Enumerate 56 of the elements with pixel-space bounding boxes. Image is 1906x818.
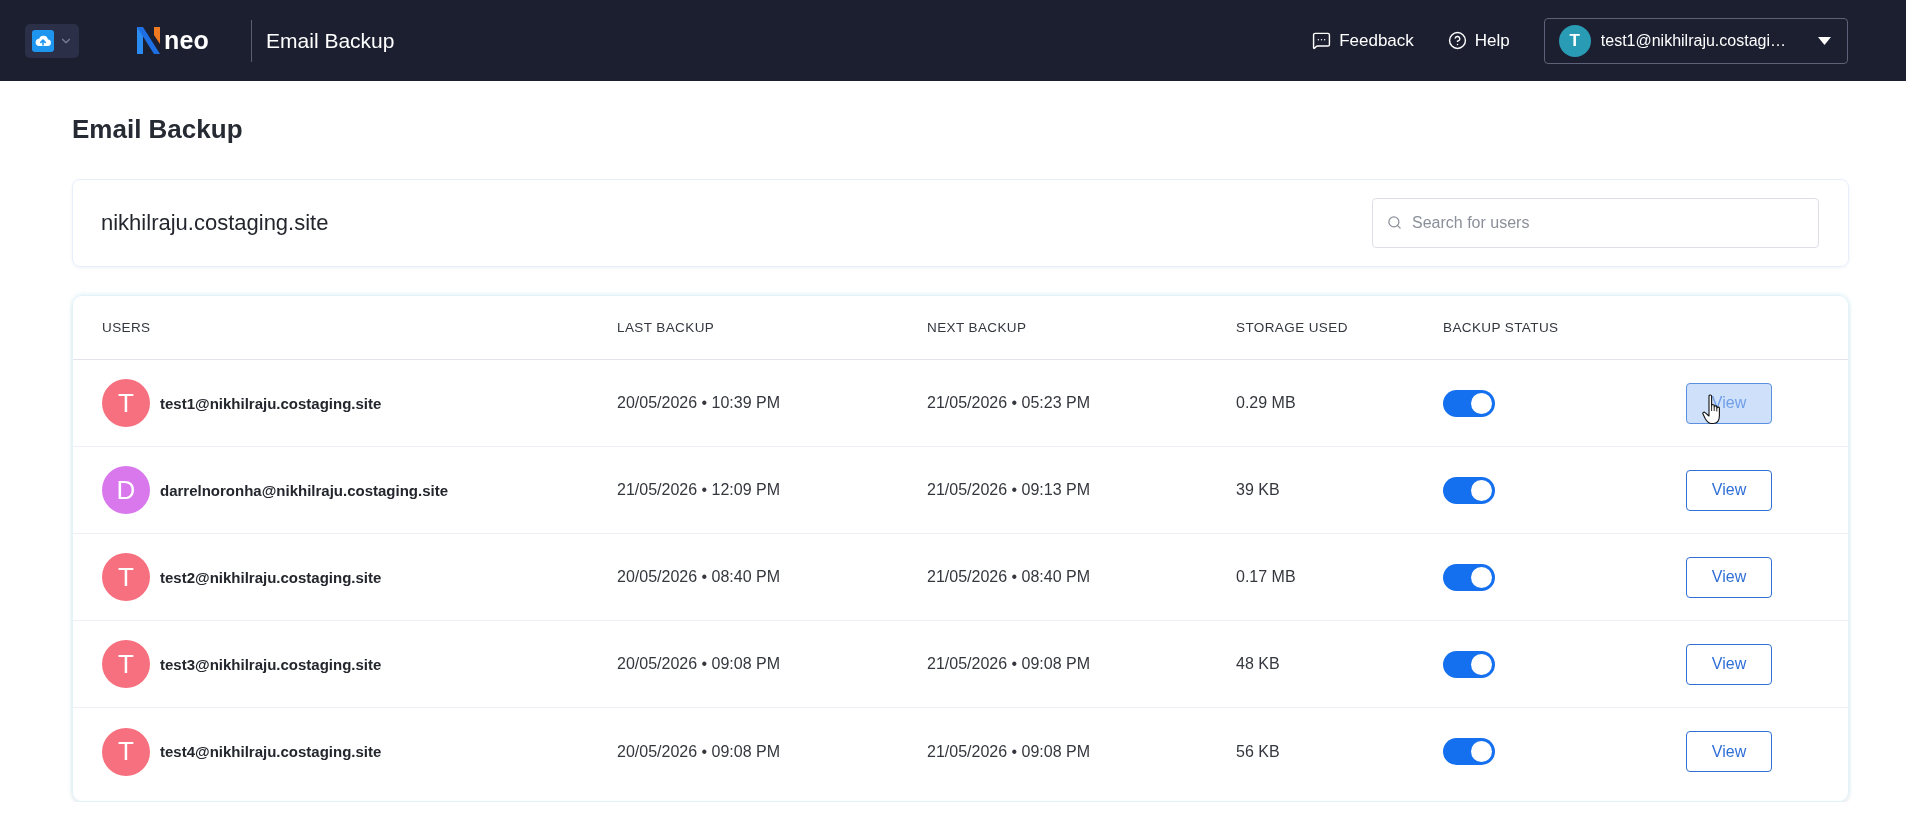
nav-link[interactable]: Feedback [1312, 30, 1414, 51]
avatar: T [102, 379, 150, 427]
avatar: T [102, 553, 150, 601]
avatar: D [102, 466, 150, 514]
table-cell: 39 KB [1236, 481, 1280, 499]
avatar: T [1558, 24, 1591, 57]
view-button[interactable]: View [1686, 731, 1772, 772]
user-email: test2@nikhilraju.costaging.site [160, 568, 382, 586]
help-icon [1447, 31, 1467, 50]
view-button[interactable]: View [1686, 643, 1772, 685]
table-cell: 21/05/2026 • 08:40 PM [927, 568, 1091, 586]
user-email: test4@nikhilraju.costaging.site [160, 743, 382, 760]
table-cell: 0.17 MB [1236, 568, 1296, 586]
table-cell: 48 KB [1236, 655, 1280, 673]
view-button[interactable]: View [1686, 556, 1772, 598]
toggle-switch[interactable] [1443, 389, 1495, 417]
caret-icon [1818, 36, 1831, 45]
table-cell: 20/05/2026 • 10:39 PM [617, 394, 781, 412]
column-header: NEXT BACKUP [927, 320, 1027, 335]
page-title: Email Backup [72, 113, 243, 145]
message-icon [1312, 31, 1332, 50]
logo-text: neo [164, 26, 210, 55]
view-button[interactable]: View [1686, 469, 1772, 511]
search-field[interactable]: Search for users [1372, 198, 1819, 248]
table-cell: 20/05/2026 • 08:40 PM [617, 568, 781, 586]
column-header: LAST BACKUP [617, 320, 715, 335]
table-cell: 21/05/2026 • 09:13 PM [927, 481, 1091, 499]
nav-link[interactable]: Help [1447, 30, 1510, 51]
search-icon [1387, 215, 1402, 230]
cloud-upload-icon [31, 29, 54, 52]
account-email: test1@nikhilraju.costagi… [1600, 31, 1786, 50]
app-title: Email Backup [266, 28, 395, 53]
column-header: STORAGE USED [1236, 320, 1348, 335]
column-header: BACKUP STATUS [1443, 320, 1559, 335]
table-cell: 21/05/2026 • 12:09 PM [617, 481, 781, 499]
domain-name: nikhilraju.costaging.site [101, 210, 329, 236]
app-switcher-button[interactable] [25, 23, 79, 58]
column-header: USERS [102, 320, 151, 335]
toggle-switch[interactable] [1443, 650, 1495, 678]
user-email: test3@nikhilraju.costaging.site [160, 655, 382, 673]
avatar: T [102, 727, 150, 776]
toggle-switch[interactable] [1443, 738, 1495, 765]
avatar: T [102, 640, 150, 688]
account-menu-button[interactable]: T test1@nikhilraju.costagi… [1543, 17, 1848, 64]
table-cell: 21/05/2026 • 09:08 PM [927, 655, 1091, 673]
user-email: darrelnoronha@nikhilraju.costaging.site [160, 481, 448, 499]
table-cell: 20/05/2026 • 09:08 PM [617, 655, 781, 673]
table-cell: 0.29 MB [1236, 394, 1296, 412]
table-cell: 21/05/2026 • 05:23 PM [927, 394, 1091, 412]
table-cell: 20/05/2026 • 09:08 PM [617, 742, 781, 761]
logo-icon [137, 27, 160, 54]
toggle-switch[interactable] [1443, 563, 1495, 591]
user-email: test1@nikhilraju.costaging.site [160, 394, 382, 412]
table-cell: 21/05/2026 • 09:08 PM [927, 742, 1091, 761]
table-cell: 56 KB [1236, 742, 1280, 761]
toggle-switch[interactable] [1443, 476, 1495, 504]
